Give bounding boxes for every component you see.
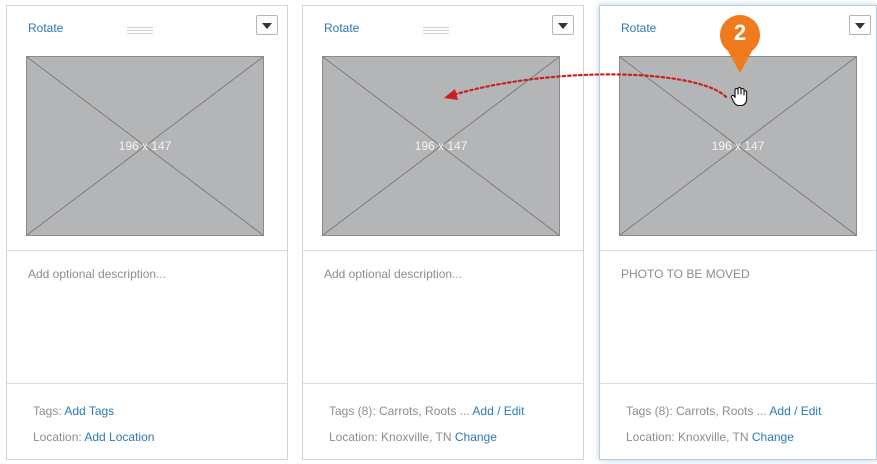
tags-value: Carrots, Roots ... xyxy=(379,404,473,418)
step-marker-icon: 2 xyxy=(718,13,762,75)
location-label: Location: xyxy=(33,430,85,444)
add-tags-link[interactable]: Add Tags xyxy=(64,404,114,418)
divider xyxy=(7,250,287,251)
location-label: Location: xyxy=(329,430,382,444)
tags-label: Tags (8): xyxy=(329,404,380,418)
tags-row: Tags (8): Carrots, Roots ... Add / Edit xyxy=(329,404,524,418)
divider xyxy=(600,250,876,251)
drag-handle-icon[interactable] xyxy=(423,27,449,35)
image-size-label: 196 x 147 xyxy=(711,139,765,153)
drag-handle-icon[interactable] xyxy=(127,27,153,35)
card-menu-dropdown[interactable] xyxy=(552,15,574,35)
card-menu-dropdown[interactable] xyxy=(849,15,871,35)
rotate-button[interactable]: Rotate xyxy=(324,21,359,35)
description-field[interactable]: PHOTO TO BE MOVED xyxy=(621,267,750,281)
location-value: Knoxville, TN xyxy=(678,430,752,444)
image-size-label: 196 x 147 xyxy=(414,139,468,153)
description-field[interactable]: Add optional description... xyxy=(324,267,462,281)
edit-tags-link[interactable]: Add / Edit xyxy=(472,404,524,418)
location-row: Location: Add Location xyxy=(33,430,154,444)
photo-placeholder: 196 x 147 xyxy=(322,56,560,236)
image-size-label: 196 x 147 xyxy=(118,139,172,153)
location-value: Knoxville, TN xyxy=(381,430,455,444)
divider xyxy=(600,383,876,384)
tags-value: Carrots, Roots ... xyxy=(676,404,770,418)
change-location-link[interactable]: Change xyxy=(752,430,794,444)
divider xyxy=(303,383,583,384)
photo-card-1[interactable]: Rotate 196 x 147 Add optional descriptio… xyxy=(6,5,288,460)
description-field[interactable]: Add optional description... xyxy=(28,267,166,281)
location-row: Location: Knoxville, TN Change xyxy=(329,430,497,444)
rotate-button[interactable]: Rotate xyxy=(28,21,63,35)
add-location-link[interactable]: Add Location xyxy=(84,430,154,444)
rotate-button[interactable]: Rotate xyxy=(621,21,656,35)
drag-hand-icon xyxy=(730,86,748,107)
step-number: 2 xyxy=(733,20,747,45)
divider xyxy=(303,250,583,251)
photo-card-2[interactable]: Rotate 196 x 147 Add optional descriptio… xyxy=(302,5,584,460)
change-location-link[interactable]: Change xyxy=(455,430,497,444)
edit-tags-link[interactable]: Add / Edit xyxy=(769,404,821,418)
card-menu-dropdown[interactable] xyxy=(256,15,278,35)
tags-row: Tags: Add Tags xyxy=(33,404,114,418)
photo-placeholder: 196 x 147 xyxy=(619,56,857,236)
location-label: Location: xyxy=(626,430,679,444)
tags-row: Tags (8): Carrots, Roots ... Add / Edit xyxy=(626,404,821,418)
tags-label: Tags (8): xyxy=(626,404,677,418)
location-row: Location: Knoxville, TN Change xyxy=(626,430,794,444)
tags-label: Tags: xyxy=(33,404,65,418)
photo-placeholder: 196 x 147 xyxy=(26,56,264,236)
divider xyxy=(7,383,287,384)
